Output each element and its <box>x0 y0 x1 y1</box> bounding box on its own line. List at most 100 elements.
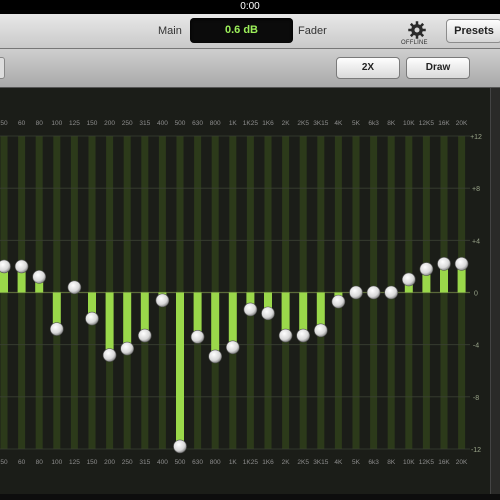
gain-display[interactable]: 0.6 dB <box>190 18 293 43</box>
eq-band-handle[interactable] <box>49 322 64 336</box>
freq-label-bottom: 8K <box>387 459 396 466</box>
freq-label-bottom: 1K6 <box>262 459 274 466</box>
eq-band-handle[interactable] <box>102 348 117 362</box>
freq-label-top: 50 <box>0 120 8 127</box>
freq-label-top: 16K <box>438 120 450 127</box>
eq-band-handle[interactable] <box>226 340 240 355</box>
gain-value: 0.6 dB <box>224 24 258 36</box>
eq-band-handle[interactable] <box>138 328 152 343</box>
zoom-2x-button[interactable]: 2X <box>336 57 400 79</box>
eq-band-handle[interactable] <box>173 439 187 454</box>
freq-label-top: 1K25 <box>243 120 259 127</box>
freq-label-top: 6k3 <box>368 120 379 127</box>
freq-label-top: 500 <box>175 120 186 127</box>
freq-label-bottom: 50 <box>0 459 8 466</box>
freq-label-top: 4K <box>334 120 343 127</box>
eq-graph-svg[interactable]: +12 +8 +4 0 -4 -8 -12 50 50 60 60 80 80 100 100 125 125 1… <box>0 88 490 500</box>
freq-label-top: 630 <box>192 120 203 127</box>
freq-label-top: 2K5 <box>297 120 309 127</box>
freq-label-top: 315 <box>139 120 150 127</box>
freq-label-bottom: 80 <box>36 459 44 466</box>
eq-band-handle[interactable] <box>384 285 399 300</box>
eq-band-handle[interactable] <box>331 294 346 309</box>
freq-label-top: 1K6 <box>262 120 274 127</box>
eq-toolbar: 2X Draw <box>0 49 500 88</box>
eq-band-handle[interactable] <box>454 257 469 271</box>
freq-label-bottom: 10K <box>403 459 415 466</box>
scale-label: -8 <box>473 395 479 402</box>
gear-icon[interactable] <box>407 20 427 40</box>
freq-label-top: 3K15 <box>313 120 329 127</box>
side-panel <box>490 88 500 500</box>
eq-band-handle[interactable] <box>278 328 293 343</box>
eq-band-handle[interactable] <box>243 302 258 317</box>
scale-label: +8 <box>472 186 480 193</box>
eq-bar <box>211 292 220 357</box>
eq-band-handle[interactable] <box>349 285 363 300</box>
eq-bar <box>228 292 237 348</box>
freq-label-top: 12K5 <box>419 120 435 127</box>
eq-band-handle[interactable] <box>85 311 99 326</box>
left-tab-button[interactable] <box>0 57 5 79</box>
freq-label-top: 100 <box>51 120 62 127</box>
eq-bar <box>105 292 114 356</box>
freq-label-bottom: 500 <box>175 459 186 466</box>
freq-label-bottom: 1K <box>229 459 238 466</box>
freq-label-top: 8K <box>387 120 396 127</box>
eq-bar <box>176 292 184 447</box>
eq-band-handle[interactable] <box>261 306 275 321</box>
offline-label: OFFLINE <box>401 40 428 46</box>
eq-band-handle[interactable] <box>67 280 82 295</box>
eq-band-handle[interactable] <box>155 293 170 308</box>
eq-band-handle[interactable] <box>313 323 328 338</box>
scale-label: +12 <box>470 134 482 141</box>
freq-label-bottom: 6k3 <box>368 459 379 466</box>
eq-band-handle[interactable] <box>190 330 205 344</box>
freq-label-bottom: 100 <box>51 459 62 466</box>
freq-label-top: 150 <box>87 120 98 127</box>
freq-label-bottom: 12K5 <box>419 459 435 466</box>
eq-band-handle[interactable] <box>419 262 434 276</box>
freq-label-top: 60 <box>18 120 26 127</box>
eq-band-handle[interactable] <box>14 259 29 274</box>
eq-band-handle[interactable] <box>120 341 134 356</box>
bottom-strip <box>0 494 500 500</box>
freq-label-bottom: 3K15 <box>313 459 329 466</box>
freq-label-top: 20K <box>456 120 468 127</box>
freq-label-bottom: 400 <box>157 459 168 466</box>
draw-button[interactable]: Draw <box>406 57 470 79</box>
scale-label: +4 <box>472 238 480 245</box>
eq-bar <box>123 292 132 349</box>
presets-button[interactable]: Presets <box>446 19 500 43</box>
eq-band-handle[interactable] <box>0 259 11 274</box>
freq-label-top: 1K <box>229 120 238 127</box>
eq-graph[interactable]: +12 +8 +4 0 -4 -8 -12 50 50 60 60 80 80 100 100 125 125 1… <box>0 88 490 500</box>
eq-band-handle[interactable] <box>208 349 222 364</box>
freq-label-bottom: 250 <box>122 459 133 466</box>
eq-band-handle[interactable] <box>296 328 311 343</box>
freq-label-bottom: 4K <box>334 459 343 466</box>
freq-label-top: 80 <box>36 120 44 127</box>
freq-label-bottom: 315 <box>139 459 150 466</box>
freq-label-top: 200 <box>104 120 115 127</box>
eq-band-handle[interactable] <box>437 257 451 271</box>
freq-label-bottom: 16K <box>438 459 450 466</box>
freq-label-bottom: 20K <box>456 459 468 466</box>
header-bar: Main 0.6 dB Fader OFFLINE Presets <box>0 14 500 49</box>
freq-label-bottom: 125 <box>69 459 80 466</box>
freq-label-top: 10K <box>403 120 415 127</box>
eq-band-handle[interactable] <box>32 270 47 284</box>
freq-label-top: 2K <box>282 120 291 127</box>
eq-band-handle[interactable] <box>401 272 416 287</box>
main-label: Main <box>158 25 182 37</box>
freq-label-bottom: 60 <box>18 459 26 466</box>
freq-label-top: 800 <box>210 120 221 127</box>
eq-band-handle[interactable] <box>366 285 381 300</box>
status-time: 0:00 <box>240 1 260 12</box>
freq-label-bottom: 630 <box>192 459 203 466</box>
freq-label-bottom: 150 <box>87 459 98 466</box>
status-bar: 0:00 <box>0 0 500 14</box>
scale-label: -12 <box>471 447 481 454</box>
freq-label-bottom: 2K5 <box>297 459 309 466</box>
freq-label-top: 125 <box>69 120 80 127</box>
